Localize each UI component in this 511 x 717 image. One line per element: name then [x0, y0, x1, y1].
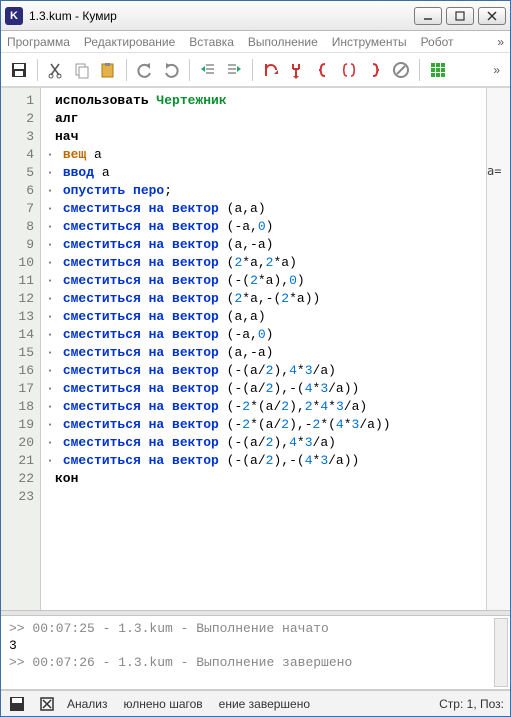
code-line[interactable]: · сместиться на вектор (-2*(а/2),2*4*3/а…	[45, 398, 486, 416]
window-title: 1.3.kum - Кумир	[29, 9, 414, 23]
console-line: 3	[9, 637, 502, 654]
line-gutter: 1234567891011121314151617181920212223	[1, 88, 41, 610]
code-line[interactable]: · вещ а	[45, 146, 486, 164]
undo-icon[interactable]	[133, 58, 157, 82]
console-scrollbar[interactable]	[494, 618, 508, 687]
menu-overflow-icon[interactable]: »	[497, 35, 504, 49]
code-line[interactable]: · опустить перо;	[45, 182, 486, 200]
save-icon[interactable]	[7, 58, 31, 82]
console-line: >> 00:07:25 - 1.3.kum - Выполнение начат…	[9, 620, 502, 637]
code-line[interactable]: · сместиться на вектор (-(2*а),0)	[45, 272, 486, 290]
run-icon[interactable]	[259, 58, 283, 82]
code-line[interactable]: · сместиться на вектор (-2*(а/2),-2*(4*3…	[45, 416, 486, 434]
console-line: >> 00:07:26 - 1.3.kum - Выполнение завер…	[9, 654, 502, 671]
code-line[interactable]: кон	[45, 470, 486, 488]
step-icon[interactable]	[285, 58, 309, 82]
toolbar: »	[1, 53, 510, 87]
status-analysis: Анализ	[67, 697, 108, 711]
status-steps: юлнено шагов	[124, 697, 203, 711]
code-line[interactable]: · сместиться на вектор (-(а/2),4*3/а)	[45, 434, 486, 452]
toolbar-overflow-icon[interactable]: »	[493, 63, 504, 77]
copy-icon[interactable]	[70, 58, 94, 82]
variable-panel: а=	[486, 88, 510, 610]
status-clear-icon[interactable]	[37, 695, 57, 713]
brace-close-icon[interactable]	[363, 58, 387, 82]
code-line[interactable]: · сместиться на вектор (2*а,-(2*а))	[45, 290, 486, 308]
outdent-icon[interactable]	[196, 58, 220, 82]
redo-icon[interactable]	[159, 58, 183, 82]
code-line[interactable]: · сместиться на вектор (-(а/2),-(4*3/а))	[45, 380, 486, 398]
code-line[interactable]	[45, 488, 486, 506]
titlebar: K 1.3.kum - Кумир	[1, 1, 510, 31]
close-button[interactable]	[478, 7, 506, 25]
code-line[interactable]: · сместиться на вектор (а,-а)	[45, 236, 486, 254]
status-save-icon[interactable]	[7, 695, 27, 713]
menu-robot[interactable]: Робот	[421, 35, 454, 49]
menu-execute[interactable]: Выполнение	[248, 35, 318, 49]
stop-icon[interactable]	[389, 58, 413, 82]
toolbar-separator	[126, 59, 127, 81]
toolbar-separator	[252, 59, 253, 81]
status-done: ение завершено	[219, 697, 310, 711]
menu-insert[interactable]: Вставка	[189, 35, 234, 49]
minimize-button[interactable]	[414, 7, 442, 25]
toolbar-separator	[419, 59, 420, 81]
status-position: Стр: 1, Поз:	[439, 697, 504, 711]
code-line[interactable]: · сместиться на вектор (а,-а)	[45, 344, 486, 362]
brace-open-icon[interactable]	[311, 58, 335, 82]
cut-icon[interactable]	[44, 58, 68, 82]
code-line[interactable]: · ввод а	[45, 164, 486, 182]
code-line[interactable]: использовать Чертежник	[45, 92, 486, 110]
maximize-button[interactable]	[446, 7, 474, 25]
indent-icon[interactable]	[222, 58, 246, 82]
editor-area: 1234567891011121314151617181920212223 ис…	[1, 87, 510, 690]
code-line[interactable]: · сместиться на вектор (-а,0)	[45, 326, 486, 344]
menubar: Программа Редактирование Вставка Выполне…	[1, 31, 510, 53]
output-console[interactable]: >> 00:07:25 - 1.3.kum - Выполнение начат…	[1, 616, 510, 690]
code-line[interactable]: · сместиться на вектор (а,а)	[45, 200, 486, 218]
code-editor[interactable]: использовать Чертежник алг нач· вещ а· в…	[41, 88, 486, 610]
code-line[interactable]: алг	[45, 110, 486, 128]
code-line[interactable]: · сместиться на вектор (2*а,2*а)	[45, 254, 486, 272]
menu-program[interactable]: Программа	[7, 35, 70, 49]
menu-edit[interactable]: Редактирование	[84, 35, 175, 49]
code-line[interactable]: · сместиться на вектор (а,а)	[45, 308, 486, 326]
brace-pair-icon[interactable]	[337, 58, 361, 82]
menu-tools[interactable]: Инструменты	[332, 35, 407, 49]
code-line[interactable]: нач	[45, 128, 486, 146]
statusbar: Анализ юлнено шагов ение завершено Стр: …	[1, 690, 510, 716]
code-line[interactable]: · сместиться на вектор (-а,0)	[45, 218, 486, 236]
paste-icon[interactable]	[96, 58, 120, 82]
grid-icon[interactable]	[426, 58, 450, 82]
code-line[interactable]: · сместиться на вектор (-(а/2),4*3/а)	[45, 362, 486, 380]
app-icon: K	[5, 7, 23, 25]
toolbar-separator	[37, 59, 38, 81]
code-line[interactable]: · сместиться на вектор (-(а/2),-(4*3/а))	[45, 452, 486, 470]
toolbar-separator	[189, 59, 190, 81]
